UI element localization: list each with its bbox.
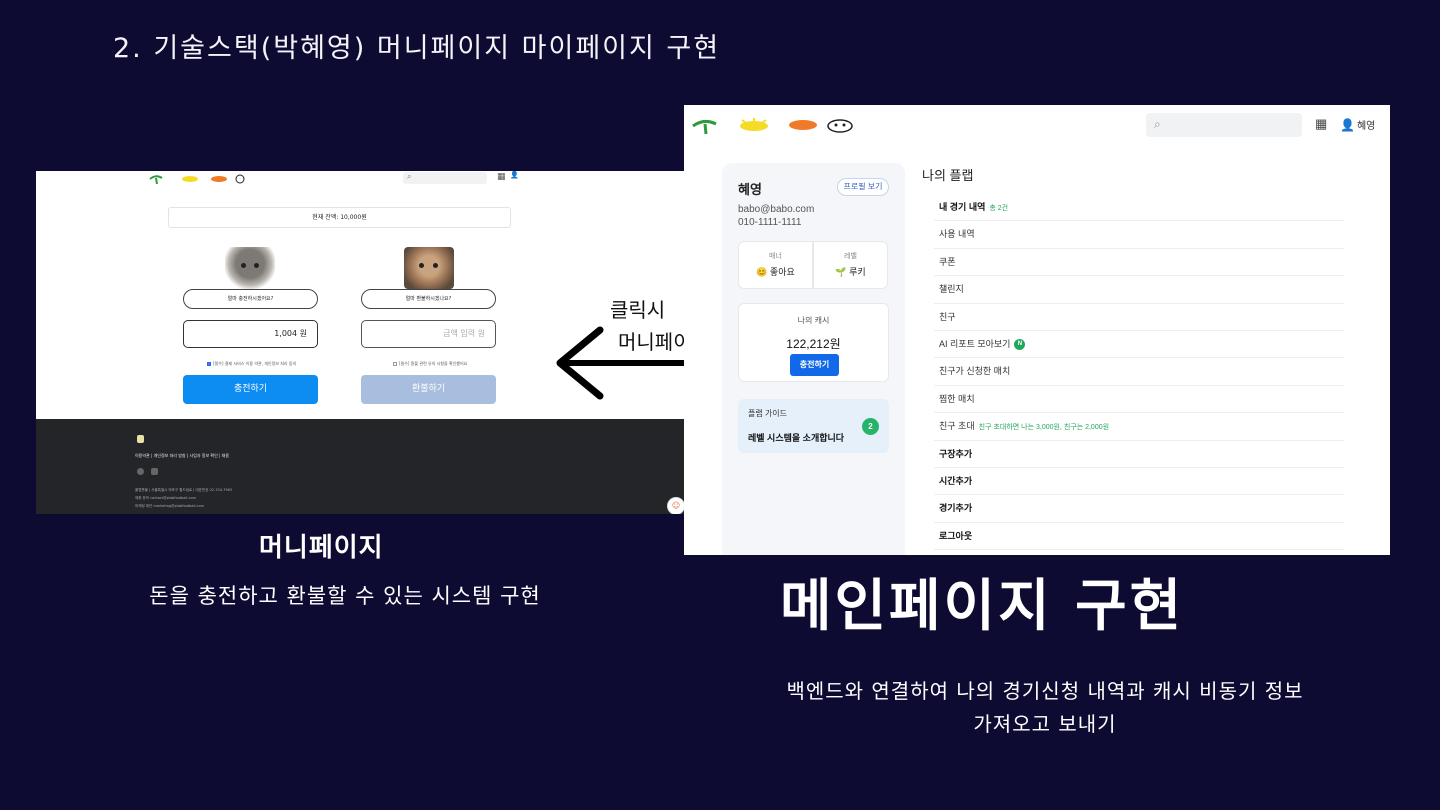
chat-icon[interactable]: ☺ — [667, 497, 684, 514]
guide-badge: 2 — [862, 418, 879, 435]
manner-stat[interactable]: 매너 😊 좋아요 — [738, 241, 813, 289]
manner-value: 😊 좋아요 — [756, 267, 795, 277]
charge-amount-input[interactable]: 1,004 원 — [183, 320, 318, 348]
annotation-line1: 클릭시 — [610, 300, 666, 322]
menu-item-add-stadium[interactable]: 구장추가 — [934, 441, 1344, 468]
menu-item-friends[interactable]: 친구 — [934, 304, 1344, 331]
footer-logo — [137, 435, 144, 443]
level-value-text: 루키 — [849, 267, 866, 277]
my-plab-title: 나의 플랩 — [922, 168, 974, 183]
level-value: 🌱 루키 — [814, 265, 887, 278]
refund-question: 얼마 환불하시겠나요? — [361, 289, 496, 309]
search-input[interactable]: ⌕ — [1146, 113, 1302, 137]
refund-amount-input[interactable]: 금액 입력 원 — [361, 320, 496, 348]
menu-item-label: 경기추가 — [939, 503, 973, 514]
cash-label: 나의 캐시 — [797, 316, 830, 325]
sprout-icon: 🌱 — [835, 267, 850, 277]
instagram-icon[interactable] — [137, 468, 144, 475]
header-user-name: 혜영 — [1356, 121, 1376, 132]
profile-card: 혜영 프로필 보기 babo@babo.com 010-1111-1111 매너… — [722, 163, 905, 555]
menu-item-label: 친구가 신청한 매치 — [939, 366, 1011, 377]
charge-question: 얼마 충전하시겠어요? — [183, 289, 318, 309]
menu-item-label: 친구 초대 — [939, 421, 975, 432]
footer: 이용약관 | 개인정보 처리 방침 | 사업자 정보 확인 | 채용 플랩풋볼 … — [36, 419, 684, 514]
menu-item-label: 사용 내역 — [939, 229, 975, 240]
menu-item-add-match[interactable]: 경기추가 — [934, 495, 1344, 523]
cash-card: 나의 캐시 122,212원 충전하기 — [738, 303, 889, 382]
level-stat[interactable]: 레벨 🌱 루키 — [813, 241, 888, 289]
user-icon: 👤 — [1340, 118, 1355, 132]
checkbox-checked-icon — [207, 362, 211, 366]
user-menu[interactable]: 👤 혜영 — [1340, 117, 1375, 132]
main-page-screenshot: ⌕ ▦ 👤 혜영 혜영 프로필 보기 babo@babo.com 010-1111… — [684, 105, 1390, 555]
calendar-icon[interactable]: ▦ — [1315, 116, 1327, 132]
new-badge: N — [1014, 339, 1026, 351]
footer-info-line: 플랩풋볼 | 서울특별시 마포구 월드컵로 | 대표번호 02-704-7963 — [135, 488, 233, 492]
charge-button[interactable]: 충전하기 — [183, 375, 318, 404]
refund-agree-checkbox[interactable]: [필수] 환불 관련 유의 사항을 확인했어요 — [393, 361, 467, 367]
slide-title: 2. 기술스택(박혜영) 머니페이지 마이페이지 구현 — [113, 33, 721, 64]
cash-value: 122,212원 — [786, 337, 841, 351]
refund-button[interactable]: 환불하기 — [361, 375, 496, 404]
money-page-header: ⌕ ▦ 👤 — [36, 171, 684, 189]
footer-links[interactable]: 이용약관 | 개인정보 처리 방침 | 사업자 정보 확인 | 채용 — [135, 453, 229, 459]
refund-agree-label: [필수] 환불 관련 유의 사항을 확인했어요 — [399, 361, 468, 366]
profile-name: 혜영 — [738, 182, 762, 197]
user-icon[interactable]: 👤 — [510, 171, 519, 179]
profile-email: babo@babo.com — [738, 204, 815, 215]
manner-label: 매너 — [769, 253, 782, 260]
profile-view-button[interactable]: 프로필 보기 — [837, 178, 889, 196]
charge-agree-checkbox[interactable]: [필수] 결제 서비스 이용 약관, 개인정보 처리 동의 — [207, 361, 296, 367]
footer-info-line: 제휴 문의 contact@plabfootball.com — [135, 496, 197, 500]
checkbox-empty-icon — [393, 362, 397, 366]
menu-item-label: 로그아웃 — [939, 530, 973, 541]
menu-item-label: 친구 — [939, 311, 956, 322]
guide-text: 레벨 시스템을 소개합니다 — [748, 433, 845, 443]
menu-item-logout[interactable]: 로그아웃 — [934, 523, 1344, 551]
money-page-caption-title: 머니페이지 — [259, 533, 384, 563]
menu-item-label: 챌린지 — [939, 284, 964, 295]
search-icon: ⌕ — [407, 172, 412, 181]
search-input[interactable]: ⌕ — [403, 172, 487, 184]
footer-info: 플랩풋볼 | 서울특별시 마포구 월드컵로 | 대표번호 02-704-7963… — [135, 486, 232, 510]
menu-item-label: 구장추가 — [939, 448, 973, 459]
menu-item-liked-match[interactable]: 찜한 매치 — [934, 386, 1344, 414]
footer-info-line: 마케팅 제안 marketing@plabfootball.com — [135, 504, 205, 508]
menu-item-coupon[interactable]: 쿠폰 — [934, 249, 1344, 277]
search-icon: ⌕ — [1154, 117, 1161, 131]
my-plab-menu: 내 경기 내역 총 2건 사용 내역 쿠폰 챌린지 친구 AI 리포트 모아보기 N… — [934, 194, 1344, 551]
main-page-caption-desc: 백엔드와 연결하여 나의 경기신청 내역과 캐시 비동기 정보 가져오고 보내기 — [786, 679, 1304, 736]
charge-agree-label: [필수] 결제 서비스 이용 약관, 개인정보 처리 동의 — [213, 361, 297, 366]
cash-charge-button[interactable]: 충전하기 — [790, 354, 839, 376]
plab-logo — [149, 174, 245, 185]
menu-item-friend-requested-match[interactable]: 친구가 신청한 매치 — [934, 358, 1344, 386]
profile-phone: 010-1111-1111 — [738, 217, 802, 228]
cat-image-charge — [225, 247, 275, 289]
menu-item-match-history[interactable]: 내 경기 내역 총 2건 — [934, 194, 1344, 222]
cat-image-refund — [404, 247, 454, 289]
menu-item-invite-friend[interactable]: 친구 초대 친구 초대하면 나는 3,000원, 친구는 2,000원 — [934, 413, 1344, 441]
plab-guide-card[interactable]: 플랩 가이드 레벨 시스템을 소개합니다 2 — [738, 399, 889, 453]
money-page-caption-desc: 돈을 충전하고 환불할 수 있는 시스템 구현 — [149, 584, 541, 608]
level-label: 레벨 — [844, 253, 857, 260]
menu-item-note: 친구 초대하면 나는 3,000원, 친구는 2,000원 — [978, 424, 1110, 432]
menu-item-label: 쿠폰 — [939, 256, 956, 267]
menu-item-label: AI 리포트 모아보기 — [939, 338, 1011, 349]
menu-item-usage-history[interactable]: 사용 내역 — [934, 221, 1344, 249]
guide-label: 플랩 가이드 — [748, 409, 788, 418]
calendar-icon[interactable]: ▦ — [497, 172, 506, 182]
menu-item-challenge[interactable]: 챌린지 — [934, 276, 1344, 304]
menu-item-label: 시간추가 — [939, 475, 973, 486]
youtube-icon[interactable] — [151, 468, 158, 475]
menu-item-label: 내 경기 내역 — [939, 202, 986, 212]
menu-item-note: 총 2건 — [989, 205, 1009, 212]
main-page-caption-title: 메인페이지 구현 — [780, 574, 1185, 639]
balance-display: 현재 잔액: 10,000원 — [168, 207, 511, 228]
plab-logo — [692, 118, 853, 135]
menu-item-add-time[interactable]: 시간추가 — [934, 468, 1344, 496]
menu-item-label: 찜한 매치 — [939, 393, 975, 404]
menu-item-ai-report[interactable]: AI 리포트 모아보기 N — [934, 331, 1344, 359]
